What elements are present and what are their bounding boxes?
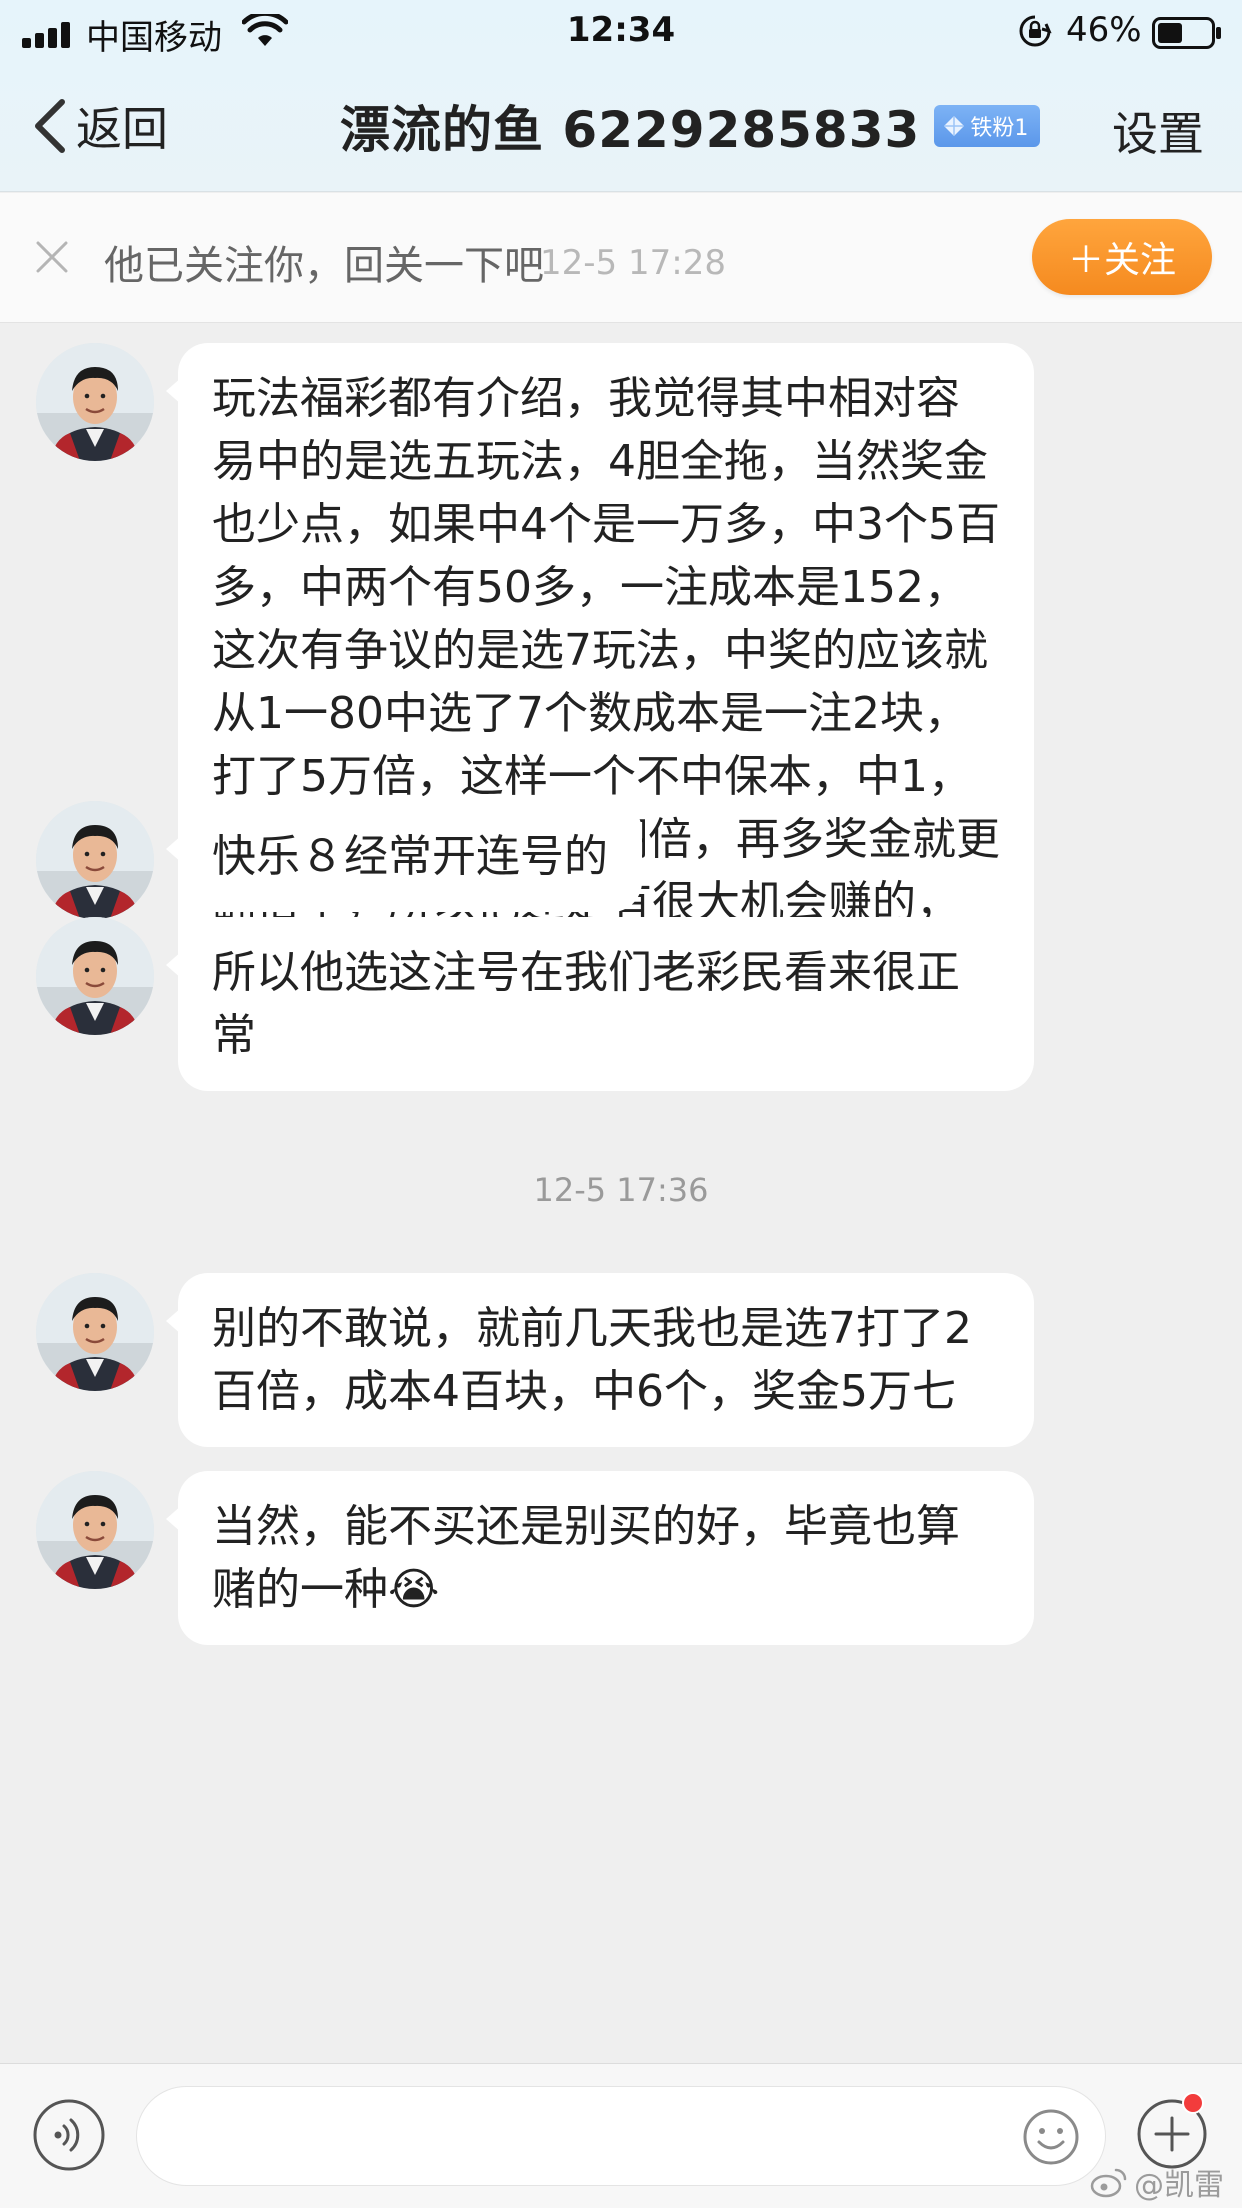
page-title: 漂流的鱼 6229285833 — [340, 101, 921, 159]
emoji-icon[interactable] — [1022, 2108, 1080, 2166]
status-bar: 中国移动 12:34 46% — [0, 0, 1242, 64]
back-chevron-icon — [35, 99, 65, 153]
watermark-text: @凯雷 — [1134, 2168, 1224, 2203]
message-field[interactable] — [136, 2086, 1106, 2186]
follow-banner: 12-5 17:28 他已关注你，回关一下吧 ＋关注 — [0, 193, 1242, 323]
avatar-image — [36, 917, 154, 1035]
watermark: @凯雷 — [1090, 2160, 1224, 2204]
avatar-image — [36, 801, 154, 919]
avatar-image — [36, 1471, 154, 1589]
avatar-image — [36, 1273, 154, 1391]
back-button[interactable]: 返回 — [30, 94, 168, 158]
clock: 12:34 — [566, 10, 676, 50]
message-bubble[interactable]: 当然，能不买还是别买的好，毕竟也算赌的一种😭 — [166, 1471, 1034, 1645]
voice-icon[interactable] — [32, 2098, 106, 2172]
diamond-icon — [944, 116, 965, 136]
avatar[interactable] — [36, 1471, 154, 1589]
avatar-image — [36, 343, 154, 461]
message-timestamp: 12-5 17:36 — [533, 1171, 709, 1209]
settings-button[interactable]: 设置 — [1112, 98, 1204, 164]
avatar[interactable] — [36, 801, 154, 919]
message-input[interactable] — [167, 2107, 1017, 2167]
back-label: 返回 — [76, 102, 168, 156]
nav-title-group: 漂流的鱼 6229285833 铁粉1 — [340, 94, 1041, 159]
follow-prompt-text: 他已关注你，回关一下吧 — [104, 243, 544, 289]
input-bar — [0, 2063, 1242, 2208]
close-icon[interactable] — [34, 239, 70, 275]
notification-dot — [1182, 2092, 1204, 2114]
avatar[interactable] — [36, 343, 154, 461]
avatar[interactable] — [36, 1273, 154, 1391]
fan-badge-label: 铁粉1 — [970, 116, 1029, 141]
rotation-lock-icon — [1019, 15, 1052, 47]
message-bubble[interactable]: 别的不敢说，就前几天我也是选7打了2百倍，成本4百块，中6个，奖金5万七 — [166, 1273, 1034, 1447]
battery-icon — [1152, 17, 1221, 49]
follow-button[interactable]: ＋关注 — [1032, 219, 1212, 295]
weibo-logo-icon — [1090, 2168, 1127, 2198]
message-bubble[interactable]: 所以他选这注号在我们老彩民看来很正常 — [166, 917, 1034, 1091]
top-bar: 中国移动 12:34 46% 返回 漂流的鱼 6229285833 铁粉1 设置 — [0, 0, 1242, 192]
chat-area[interactable]: 玩法福彩都有介绍，我觉得其中相对容易中的是选五玩法，4胆全拖，当然奖金也少点，如… — [0, 323, 1242, 2063]
ghost-timestamp: 12-5 17:28 — [540, 243, 726, 283]
avatar[interactable] — [36, 917, 154, 1035]
message-bubble[interactable]: 快乐８经常开连号的 — [166, 801, 642, 912]
nav-bar: 返回 漂流的鱼 6229285833 铁粉1 设置 — [0, 64, 1242, 192]
battery-percent: 46% — [1066, 10, 1142, 50]
fan-badge[interactable]: 铁粉1 — [934, 105, 1041, 147]
